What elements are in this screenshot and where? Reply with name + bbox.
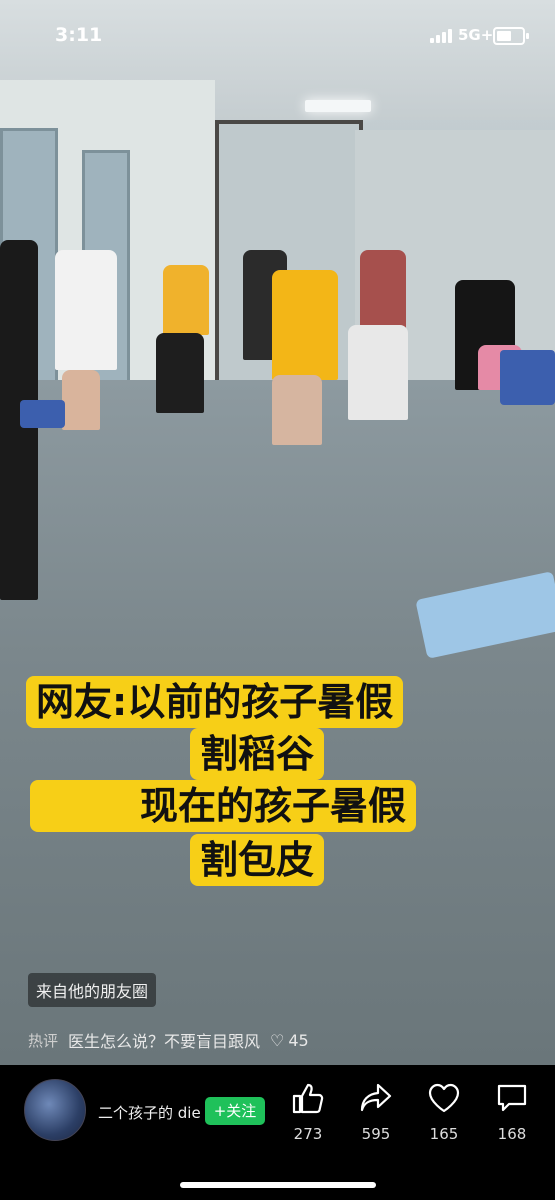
home-indicator[interactable]: [180, 1182, 376, 1188]
hot-comment-likes: 45: [288, 1030, 309, 1050]
share-button[interactable]: 595: [346, 1081, 406, 1143]
comment-icon: [482, 1081, 542, 1115]
signal-icon: [430, 29, 452, 43]
caption-line: 现在的孩子暑假: [30, 780, 417, 832]
status-time: 3:11: [55, 24, 103, 46]
scene-person: [348, 325, 408, 420]
scene-person: [55, 250, 117, 370]
bottom-bar: 二个孩子的 die +关注 273 595 165 168: [0, 1065, 555, 1200]
share-icon: [346, 1081, 406, 1115]
scene-person: [163, 265, 209, 335]
scene-person: [272, 375, 322, 445]
heart-icon: ♡: [270, 1030, 285, 1050]
comment-button[interactable]: 168: [482, 1081, 542, 1143]
scene-person: [360, 250, 406, 330]
avatar[interactable]: [24, 1079, 86, 1141]
heart-icon: [414, 1081, 474, 1115]
scene-person: [156, 333, 204, 413]
battery-icon: [493, 27, 529, 45]
scene-person: [272, 270, 338, 380]
network-type: 5G+: [458, 26, 494, 44]
source-tag: 来自他的朋友圈: [28, 973, 157, 1007]
favorite-count: 165: [429, 1125, 459, 1143]
ceiling-light: [305, 100, 371, 112]
author-name[interactable]: 二个孩子的 die: [98, 1102, 201, 1123]
status-bar: 3:11 5G+: [0, 0, 555, 70]
scene-seat: [500, 350, 555, 405]
hot-comment-text: 医生怎么说？不要盲目跟风: [68, 1032, 261, 1051]
favorite-button[interactable]: 165: [414, 1081, 474, 1143]
hot-comment-label: 热评: [28, 1031, 59, 1050]
caption-line: 网友:以前的孩子暑假: [26, 676, 404, 728]
like-button[interactable]: 273: [278, 1081, 338, 1143]
share-count: 595: [361, 1125, 391, 1143]
like-count: 273: [293, 1125, 323, 1143]
hot-comment[interactable]: 热评 医生怎么说？不要盲目跟风 ♡ 45: [28, 1028, 309, 1052]
scene-seat: [20, 400, 65, 428]
scene-person: [62, 370, 100, 430]
caption-line: 割稻谷: [190, 728, 325, 780]
thumbs-up-icon: [278, 1081, 338, 1115]
video-player[interactable]: [0, 0, 555, 1065]
follow-button[interactable]: +关注: [205, 1097, 265, 1125]
comment-count: 168: [497, 1125, 527, 1143]
caption-line: 割包皮: [190, 834, 325, 886]
